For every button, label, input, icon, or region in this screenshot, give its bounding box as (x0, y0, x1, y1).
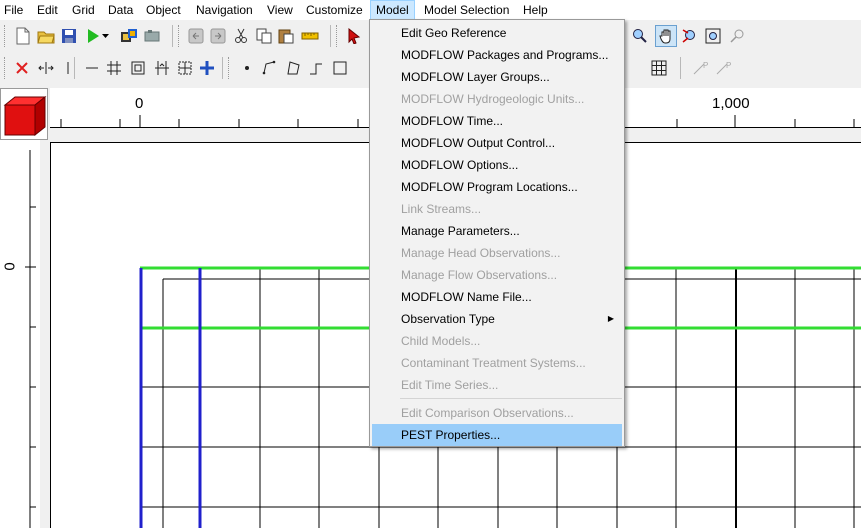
ruler-ticks (25, 150, 36, 528)
menu-manage-head-observations: Manage Head Observations... (401, 246, 561, 260)
open-folder-icon[interactable] (36, 26, 56, 46)
export-image-icon[interactable] (142, 26, 162, 46)
undo-icon[interactable] (186, 26, 206, 46)
menu-grid[interactable]: Grid (72, 0, 95, 20)
toolbar-separator (330, 25, 331, 47)
ruler-icon[interactable] (300, 26, 320, 46)
menu-data[interactable]: Data (108, 0, 133, 20)
menu-edit[interactable]: Edit (37, 0, 58, 20)
grid-hash-icon[interactable] (104, 58, 124, 78)
zoom-out-icon[interactable] (679, 26, 699, 46)
vertex-edit-disabled-icon[interactable]: P (690, 58, 710, 78)
submenu-arrow-icon: ▶ (607, 314, 614, 323)
menu-observation-type[interactable]: Observation Type ▶ (372, 308, 622, 330)
toolbar-grip[interactable] (228, 57, 232, 79)
split-object-icon[interactable] (36, 58, 56, 78)
menu-separator (400, 398, 622, 399)
menu-modflow-time[interactable]: MODFLOW Time... (372, 110, 622, 132)
subdivide-grid-icon[interactable] (175, 58, 195, 78)
point-object-icon[interactable] (237, 58, 257, 78)
menu-link-streams: Link Streams... (401, 202, 482, 216)
menu-customize[interactable]: Customize (306, 0, 363, 20)
svg-text:P: P (726, 61, 731, 70)
toolbar-grip[interactable] (4, 57, 8, 79)
toolbar-grip[interactable] (178, 25, 182, 47)
toolbar-separator (74, 57, 75, 79)
polygon-object-icon[interactable] (283, 58, 303, 78)
menu-pest-properties[interactable]: PEST Properties... (372, 424, 622, 446)
menu-bar: File Edit Grid Data Object Navigation Vi… (0, 0, 861, 20)
menu-observation-type-label: Observation Type (401, 312, 495, 326)
menu-edit-time-series: Edit Time Series... (401, 378, 499, 392)
menu-modflow-hydrogeologic-units: MODFLOW Hydrogeologic Units... (401, 92, 585, 106)
menu-modflow-packages[interactable]: MODFLOW Packages and Programs... (372, 44, 622, 66)
cut-icon[interactable] (231, 26, 251, 46)
menu-child-models: Child Models... (401, 334, 481, 348)
move-gridline-icon[interactable] (152, 58, 172, 78)
run-dropdown-icon[interactable] (101, 26, 111, 46)
import-data-icon[interactable] (119, 26, 139, 46)
zoom-icon[interactable] (630, 26, 650, 46)
add-horizontal-gridline-icon[interactable] (82, 58, 102, 78)
redo-icon[interactable] (208, 26, 228, 46)
show-grid-icon[interactable] (649, 58, 669, 78)
menu-edit-comparison-observations: Edit Comparison Observations... (401, 406, 574, 420)
menu-manage-parameters[interactable]: Manage Parameters... (372, 220, 622, 242)
view-cube-corner[interactable] (0, 88, 48, 140)
new-file-icon[interactable] (13, 26, 33, 46)
toolbar-separator (172, 25, 173, 47)
model-menu-dropdown: Edit Geo Reference MODFLOW Packages and … (369, 19, 625, 447)
menu-modflow-output-control[interactable]: MODFLOW Output Control... (372, 132, 622, 154)
menu-help[interactable]: Help (523, 0, 548, 20)
3d-cube-icon (3, 95, 47, 137)
menu-navigation[interactable]: Navigation (196, 0, 253, 20)
menu-file[interactable]: File (4, 0, 23, 20)
delete-object-icon[interactable] (12, 58, 32, 78)
menu-modflow-layer-groups[interactable]: MODFLOW Layer Groups... (372, 66, 622, 88)
menu-modflow-program-locations[interactable]: MODFLOW Program Locations... (372, 176, 622, 198)
menu-model-selection[interactable]: Model Selection (424, 0, 509, 20)
add-point-plus-icon[interactable] (197, 58, 217, 78)
vertex-value-disabled-icon[interactable]: P (713, 58, 733, 78)
zoom-in-disabled-icon[interactable] (727, 26, 747, 46)
zoom-extents-icon[interactable] (703, 26, 723, 46)
toolbar-separator (222, 57, 223, 79)
straight-line-object-icon[interactable] (306, 58, 326, 78)
toolbar-grip[interactable] (4, 25, 8, 47)
polyline-object-icon[interactable] (260, 58, 280, 78)
run-model-icon[interactable] (83, 26, 103, 46)
menu-edit-geo-reference[interactable]: Edit Geo Reference (372, 22, 622, 44)
menu-manage-flow-observations: Manage Flow Observations... (401, 268, 558, 282)
copy-icon[interactable] (254, 26, 274, 46)
vertical-ruler[interactable]: 0 (0, 140, 40, 528)
grid-square-icon[interactable] (128, 58, 148, 78)
menu-view[interactable]: View (267, 0, 293, 20)
select-arrow-icon[interactable] (344, 26, 364, 46)
menu-contaminant-treatment-systems: Contaminant Treatment Systems... (401, 356, 586, 370)
menu-object[interactable]: Object (146, 0, 181, 20)
toolbar-separator (680, 57, 681, 79)
menu-modflow-options[interactable]: MODFLOW Options... (372, 154, 622, 176)
svg-text:P: P (703, 61, 708, 70)
pan-hand-icon[interactable] (655, 25, 677, 47)
menu-modflow-name-file[interactable]: MODFLOW Name File... (372, 286, 622, 308)
save-icon[interactable] (59, 26, 79, 46)
vertical-line-icon[interactable] (58, 58, 78, 78)
toolbar-grip[interactable] (336, 25, 340, 47)
paste-icon[interactable] (276, 26, 296, 46)
menu-model[interactable]: Model (370, 0, 415, 20)
rectangle-object-icon[interactable] (330, 58, 350, 78)
